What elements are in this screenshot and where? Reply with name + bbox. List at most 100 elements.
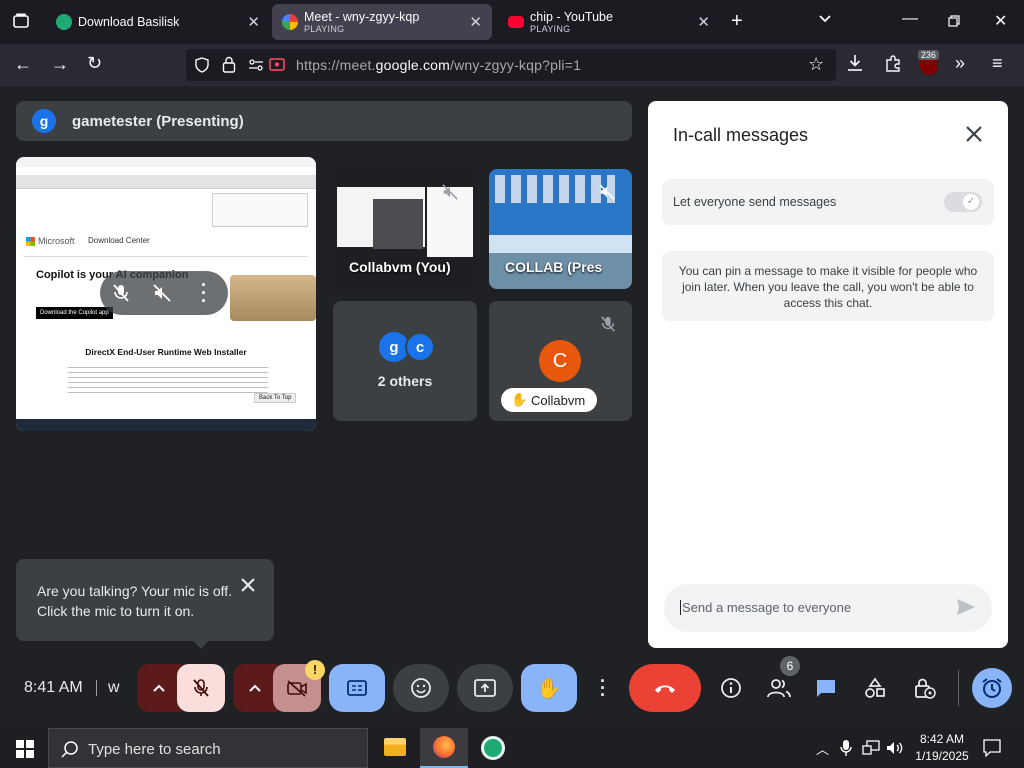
maximize-icon[interactable] <box>948 14 960 32</box>
tile-name-label: Collabvm (You) <box>349 259 451 275</box>
file-explorer-icon[interactable] <box>384 738 406 756</box>
shield-icon[interactable] <box>194 57 210 78</box>
meeting-details-icon[interactable] <box>720 677 742 704</box>
taskbar-clock[interactable]: 8:42 AM 1/19/2025 <box>912 731 972 765</box>
minimize-icon[interactable]: — <box>902 10 918 28</box>
camera-off-icon <box>287 680 307 697</box>
close-tab-icon[interactable]: ✕ <box>247 13 260 31</box>
meeting-time: 8:41 AM <box>24 679 83 696</box>
chevron-up-icon <box>249 684 261 692</box>
screen-share-tile[interactable]: Microsoft Download Center Copilot is you… <box>16 157 316 431</box>
microphone-icon[interactable] <box>840 739 852 762</box>
downloads-icon[interactable] <box>847 54 863 77</box>
new-tab-icon[interactable]: + <box>731 10 743 33</box>
present-now-button[interactable] <box>457 664 513 712</box>
hang-up-icon <box>655 685 675 693</box>
shared-body-text <box>68 363 268 393</box>
participant-tile-collabvm[interactable]: C ✋ Collabvm <box>489 301 632 421</box>
shared-page-header: Microsoft Download Center <box>24 227 308 257</box>
timer-button[interactable] <box>972 668 1012 708</box>
forward-icon[interactable]: → <box>51 54 69 75</box>
firefox-taskbar-button[interactable] <box>420 728 468 768</box>
chevron-down-icon[interactable] <box>818 12 832 31</box>
shared-dropdown <box>212 193 308 227</box>
chat-setting-row: Let everyone send messages ✓ <box>662 179 994 225</box>
presenter-avatar: g <box>32 109 56 133</box>
chat-icon[interactable] <box>815 678 837 703</box>
collabvm-name-chip: ✋ Collabvm <box>501 388 597 412</box>
tile-hover-controls: · · · <box>100 271 228 315</box>
mic-off-icon[interactable] <box>112 283 130 308</box>
more-vert-icon: · · · <box>600 670 606 705</box>
audio-options-button[interactable] <box>137 664 181 712</box>
hand-icon: ✋ <box>536 677 562 700</box>
participant-tile-collabvm-you[interactable]: Collabvm (You) <box>333 169 477 289</box>
meeting-code: w <box>108 679 120 696</box>
audio-off-icon[interactable] <box>152 283 172 308</box>
back-icon[interactable]: ← <box>14 54 32 75</box>
close-tab-icon[interactable]: ✕ <box>469 13 482 31</box>
time-divider <box>96 680 97 696</box>
video-options-button[interactable] <box>233 664 277 712</box>
url-text[interactable]: https://meet.google.com/wny-zgyy-kqp?pli… <box>296 57 581 73</box>
tab-download-basilisk[interactable]: Download Basilisk ✕ <box>46 4 270 40</box>
youtube-icon <box>508 16 524 28</box>
participant-tile-collab-pres[interactable]: COLLAB (Pres <box>489 169 632 289</box>
tab-meet[interactable]: Meet - wny-zgyy-kqp PLAYING ✕ <box>272 4 492 40</box>
people-icon[interactable] <box>767 678 791 703</box>
menu-icon[interactable]: ≡ <box>992 53 1003 74</box>
windows-taskbar: Type here to search ︿ 8:42 AM 1/19/2025 <box>0 728 1024 768</box>
reactions-button[interactable] <box>393 664 449 712</box>
tab-overview-icon[interactable] <box>12 12 30 35</box>
in-call-messages-panel: In-call messages Let everyone send messa… <box>648 101 1008 648</box>
toggle-knob: ✓ <box>963 194 979 210</box>
permissions-icon[interactable] <box>248 58 264 77</box>
muted-icon <box>598 183 616 206</box>
host-controls-icon[interactable] <box>912 676 936 705</box>
let-everyone-send-toggle[interactable]: ✓ <box>944 192 982 212</box>
bookmark-star-icon[interactable]: ☆ <box>808 54 824 75</box>
overflow-chevrons-icon[interactable]: » <box>955 53 965 74</box>
chat-input-box[interactable]: Send a message to everyone <box>664 584 992 632</box>
participant-tile-others[interactable]: g c 2 others <box>333 301 477 421</box>
captions-button[interactable] <box>329 664 385 712</box>
mic-toggle-button[interactable] <box>177 664 225 712</box>
extensions-icon[interactable] <box>884 54 902 77</box>
screen-share-indicator-icon[interactable] <box>269 58 285 77</box>
more-vert-icon[interactable]: · · · <box>201 276 207 310</box>
activities-icon[interactable] <box>864 677 886 704</box>
ms-logo-icon <box>26 237 35 246</box>
more-options-button[interactable]: · · · <box>585 664 621 712</box>
tile-name-label: COLLAB (Pres <box>505 259 603 275</box>
close-tab-icon[interactable]: ✕ <box>697 13 710 31</box>
close-icon[interactable] <box>240 577 256 598</box>
meet-icon <box>282 14 298 30</box>
chevron-up-icon <box>153 684 165 692</box>
taskbar-search-box[interactable]: Type here to search <box>48 728 368 768</box>
url-bar[interactable]: https://meet.google.com/wny-zgyy-kqp?pli… <box>186 49 836 81</box>
show-hidden-icons[interactable]: ︿ <box>816 739 829 758</box>
reload-icon[interactable]: ↻ <box>87 53 102 74</box>
captions-icon <box>347 680 367 696</box>
tab-youtube[interactable]: chip - YouTube PLAYING ✕ <box>498 4 720 40</box>
leave-call-button[interactable] <box>629 664 701 712</box>
presenting-label: gametester (Presenting) <box>72 113 244 130</box>
close-icon[interactable] <box>965 125 983 148</box>
basilisk-icon <box>56 14 72 30</box>
basilisk-icon[interactable] <box>481 736 505 760</box>
notifications-icon[interactable] <box>983 739 1001 762</box>
volume-icon[interactable] <box>886 740 904 761</box>
windows-start-icon[interactable] <box>16 740 34 763</box>
close-window-icon[interactable]: ✕ <box>994 11 1007 31</box>
send-icon[interactable] <box>956 598 976 621</box>
collabvm-avatar: C <box>539 340 581 382</box>
lock-icon[interactable] <box>222 56 236 78</box>
meet-content: g gametester (Presenting) Microsoft Down… <box>0 86 1024 730</box>
shared-dog-image <box>230 275 316 321</box>
raise-hand-button[interactable]: ✋ <box>521 664 577 712</box>
chat-input-field[interactable]: Send a message to everyone <box>680 600 851 615</box>
network-icon[interactable] <box>862 740 880 761</box>
mic-off-icon <box>193 679 209 697</box>
present-icon <box>474 679 496 697</box>
presenting-bar: g gametester (Presenting) <box>16 101 632 141</box>
